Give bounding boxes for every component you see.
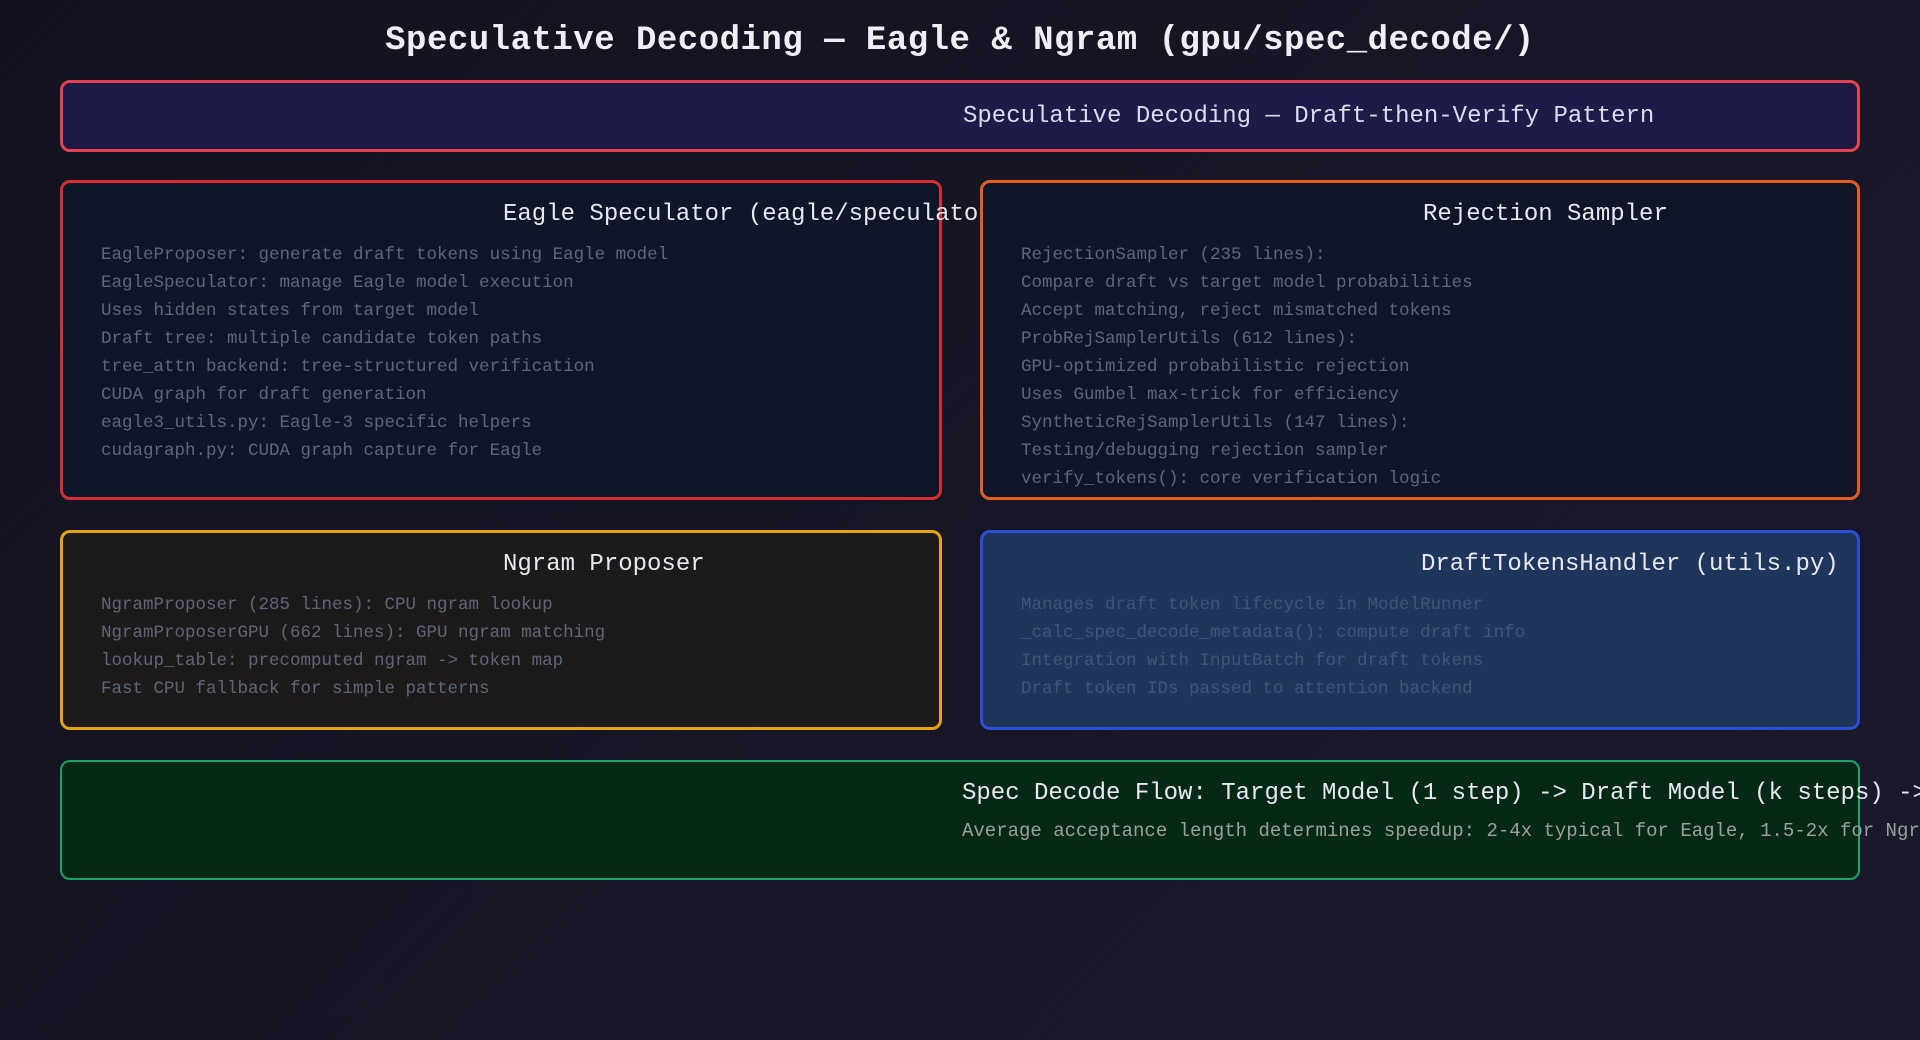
- card-line: NgramProposerGPU (662 lines): GPU ngram …: [101, 623, 606, 643]
- eagle-speculator-card: Eagle Speculator (eagle/speculator.py) E…: [60, 180, 1050, 500]
- rejection-card-lines: RejectionSampler (235 lines): Compare dr…: [1021, 241, 1473, 493]
- card-line: Draft tree: multiple candidate token pat…: [101, 329, 543, 349]
- eagle-card-lines: EagleProposer: generate draft tokens usi…: [101, 241, 668, 465]
- banner-label: Speculative Decoding — Draft-then-Verify…: [963, 103, 1655, 130]
- card-line: Manages draft token lifecycle in ModelRu…: [1021, 595, 1484, 615]
- draft-verify-banner: Speculative Decoding — Draft-then-Verify…: [60, 80, 1860, 152]
- card-line: GPU-optimized probabilistic rejection: [1021, 357, 1410, 377]
- card-line: Draft token IDs passed to attention back…: [1021, 679, 1473, 699]
- card-line: EagleSpeculator: manage Eagle model exec…: [101, 273, 574, 293]
- card-line: CUDA graph for draft generation: [101, 385, 427, 405]
- page-title: Speculative Decoding — Eagle & Ngram (gp…: [385, 22, 1535, 60]
- draft-card-title: DraftTokensHandler (utils.py): [1421, 551, 1839, 578]
- ngram-card-title: Ngram Proposer: [503, 551, 705, 578]
- card-line: lookup_table: precomputed ngram -> token…: [101, 651, 564, 671]
- card-line: Fast CPU fallback for simple patterns: [101, 679, 490, 699]
- draft-tokens-handler-card: DraftTokensHandler (utils.py) Manages dr…: [980, 530, 1860, 730]
- card-line: verify_tokens(): core verification logic: [1021, 469, 1442, 489]
- card-line: ProbRejSamplerUtils (612 lines):: [1021, 329, 1358, 349]
- card-line: Testing/debugging rejection sampler: [1021, 441, 1389, 461]
- rejection-card-title: Rejection Sampler: [1423, 201, 1668, 228]
- flow-subtitle: Average acceptance length determines spe…: [962, 820, 1920, 842]
- flow-title: Spec Decode Flow: Target Model (1 step) …: [962, 780, 1920, 807]
- card-line: Compare draft vs target model probabilit…: [1021, 273, 1473, 293]
- spec-decode-flow-box: Spec Decode Flow: Target Model (1 step) …: [60, 760, 1920, 880]
- card-line: Uses hidden states from target model: [101, 301, 480, 321]
- rejection-sampler-card: Rejection Sampler RejectionSampler (235 …: [980, 180, 1860, 500]
- card-line: NgramProposer (285 lines): CPU ngram loo…: [101, 595, 553, 615]
- card-line: tree_attn backend: tree-structured verif…: [101, 357, 595, 377]
- card-line: cudagraph.py: CUDA graph capture for Eag…: [101, 441, 543, 461]
- draft-card-lines: Manages draft token lifecycle in ModelRu…: [1021, 591, 1525, 703]
- card-line: Uses Gumbel max-trick for efficiency: [1021, 385, 1400, 405]
- card-line: _calc_spec_decode_metadata(): compute dr…: [1021, 623, 1526, 643]
- card-line: Accept matching, reject mismatched token…: [1021, 301, 1452, 321]
- ngram-proposer-card: Ngram Proposer NgramProposer (285 lines)…: [60, 530, 942, 730]
- card-line: Integration with InputBatch for draft to…: [1021, 651, 1484, 671]
- card-line: eagle3_utils.py: Eagle-3 specific helper…: [101, 413, 532, 433]
- card-line: RejectionSampler (235 lines):: [1021, 245, 1326, 265]
- card-line: SyntheticRejSamplerUtils (147 lines):: [1021, 413, 1410, 433]
- eagle-card-title: Eagle Speculator (eagle/speculator.py): [503, 201, 1051, 228]
- ngram-card-lines: NgramProposer (285 lines): CPU ngram loo…: [101, 591, 605, 703]
- card-line: EagleProposer: generate draft tokens usi…: [101, 245, 669, 265]
